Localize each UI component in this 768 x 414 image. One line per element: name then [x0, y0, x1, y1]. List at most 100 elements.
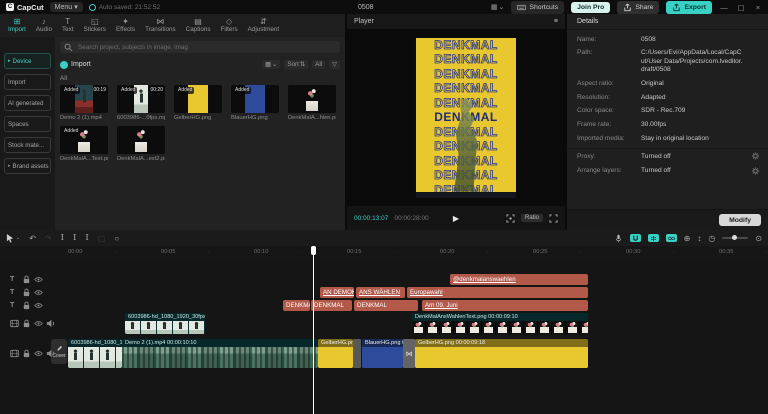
delete-left-icon[interactable]: I: [73, 233, 76, 243]
preview-axis-icon[interactable]: ⊕: [684, 234, 691, 243]
media-item[interactable]: AddedGelberHG.png: [174, 85, 222, 121]
zoom-slider-handle[interactable]: [732, 235, 737, 240]
tab-captions[interactable]: ▤Captions: [182, 16, 215, 34]
view-mode-button[interactable]: ▦ ⌄: [262, 60, 280, 69]
main-track-clip[interactable]: 6003986-hd_1080_1920_30fps.mp4: [68, 339, 122, 368]
eye-icon[interactable]: [34, 301, 43, 310]
sidebar-item-device[interactable]: ▸Device: [4, 53, 51, 69]
playhead-handle[interactable]: [311, 246, 316, 255]
tab-audio[interactable]: ♪Audio: [32, 16, 56, 34]
magnetic-toggle[interactable]: [630, 234, 641, 242]
lock-icon[interactable]: [22, 275, 31, 284]
window-maximize-button[interactable]: ▢: [736, 3, 746, 12]
tab-text[interactable]: TText: [58, 16, 78, 34]
sort-button[interactable]: Sort ⇅: [284, 60, 308, 69]
text-clip[interactable]: @denkmalanswaehlen: [450, 274, 588, 285]
ruler-dot: ·: [115, 249, 117, 255]
import-media-button[interactable]: Import: [60, 61, 91, 69]
undo-icon[interactable]: ↶: [29, 234, 36, 243]
overlay-clip[interactable]: 6003986-hd_1080_1920_30fps.mp4: [125, 313, 205, 334]
main-track-clip[interactable]: BlauerHG.png 00:00:0: [362, 339, 403, 368]
lock-icon[interactable]: [22, 301, 31, 310]
sidebar-item-stock-mate-[interactable]: Stock mate...: [4, 137, 51, 153]
fit-timeline-icon[interactable]: ⊙: [755, 234, 762, 243]
media-item[interactable]: AddedBlauerHG.png: [231, 85, 279, 121]
speaker-icon[interactable]: [46, 319, 55, 328]
text-clip[interactable]: AN DEMOKRA: [320, 287, 354, 298]
eye-icon[interactable]: [34, 275, 43, 284]
playhead[interactable]: [313, 246, 314, 414]
shortcuts-button[interactable]: Shortcuts: [511, 1, 564, 14]
media-item[interactable]: Added00:19Demo 2 (1).mp4: [60, 85, 108, 121]
delete-right-icon[interactable]: I: [85, 233, 88, 243]
voiceover-icon[interactable]: [614, 234, 623, 243]
timeline-ruler[interactable]: 00:00·00:05·00:10·00:15·00:20·00:25·00:3…: [0, 246, 768, 258]
film-icon[interactable]: [10, 349, 19, 358]
player-menu-icon[interactable]: ≡: [554, 18, 558, 25]
filter-all-button[interactable]: All: [312, 60, 325, 69]
tab-effects[interactable]: ✦Effects: [112, 16, 139, 34]
ratio-button[interactable]: Ratio: [521, 214, 543, 222]
media-item[interactable]: Added00:206003986-...0fps.mp4: [117, 85, 165, 121]
join-pro-button[interactable]: Join Pro: [571, 2, 610, 13]
play-button[interactable]: ▶: [453, 214, 459, 223]
text-clip[interactable]: ANS WÄHLEN: [356, 287, 405, 298]
tab-adjustment[interactable]: ⇵Adjustment: [244, 16, 284, 34]
film-icon[interactable]: [10, 319, 19, 328]
media-item[interactable]: DenkMalA...ext2.png: [117, 126, 165, 162]
speaker-icon[interactable]: [46, 349, 55, 358]
transition-marker[interactable]: [353, 339, 361, 368]
eye-icon[interactable]: [34, 288, 43, 297]
main-track-clip[interactable]: Demo 2 (1).mp4 00:00:10:10: [122, 339, 318, 368]
frame-preview-icon[interactable]: [506, 214, 515, 223]
lock-icon[interactable]: [22, 349, 31, 358]
window-minimize-button[interactable]: —: [719, 3, 729, 12]
poster-text-row: DENKMAL: [416, 82, 516, 95]
export-button[interactable]: Export: [666, 1, 712, 14]
split-icon[interactable]: I: [61, 233, 64, 243]
main-track-clip[interactable]: GelberHG.png: [318, 339, 353, 368]
tab-transitions[interactable]: ⋈Transitions: [141, 16, 180, 34]
tab-import[interactable]: ⊞Import: [4, 16, 30, 34]
sidebar-item-import[interactable]: Import: [4, 74, 51, 90]
tab-stickers[interactable]: ◱Stickers: [80, 16, 110, 34]
search-bar[interactable]: [60, 41, 340, 53]
fullscreen-icon[interactable]: [549, 214, 558, 223]
layout-switcher-button[interactable]: ▦ ⌄: [491, 3, 505, 11]
track-height-icon[interactable]: ↕: [697, 234, 701, 243]
linking-toggle[interactable]: [666, 234, 677, 242]
select-tool-icon[interactable]: ⌄: [6, 234, 20, 243]
text-clip[interactable]: DENKMAL: [283, 300, 310, 311]
media-item[interactable]: DenkMalA...hlen.png: [288, 85, 336, 121]
menu-button[interactable]: Menu▾: [50, 2, 83, 12]
total-timecode: 00:00:28:00: [394, 215, 428, 222]
sidebar-item-ai-generated[interactable]: AI generated: [4, 95, 51, 111]
filter-type-button[interactable]: ▽: [329, 60, 340, 69]
mask-icon[interactable]: ○: [114, 234, 119, 243]
text-clip[interactable]: DENKMAL: [311, 300, 352, 311]
eye-icon[interactable]: [34, 349, 43, 358]
snapping-toggle[interactable]: [648, 234, 659, 242]
lock-icon[interactable]: [22, 288, 31, 297]
timeline-zoom-slider[interactable]: [722, 237, 748, 239]
details-row: Resolution:Adapted: [567, 91, 768, 105]
gear-icon[interactable]: [751, 166, 760, 175]
modify-button[interactable]: Modify: [719, 214, 761, 226]
eye-icon[interactable]: [34, 319, 43, 328]
timer-icon[interactable]: ◷: [708, 234, 715, 243]
search-input[interactable]: [76, 43, 336, 52]
sidebar-item-spaces[interactable]: Spaces: [4, 116, 51, 132]
overlay-clip[interactable]: DenkMalAnsWahlenText.png 00:00:09:10: [412, 313, 588, 334]
share-button[interactable]: Share: [617, 1, 659, 14]
text-clip[interactable]: Europawahl: [407, 287, 588, 298]
text-clip[interactable]: Am 09. Juni: [422, 300, 588, 311]
gear-icon[interactable]: [751, 152, 760, 161]
text-clip[interactable]: DENKMAL: [354, 300, 418, 311]
lock-icon[interactable]: [22, 319, 31, 328]
sidebar-item-brand-assets[interactable]: ▸Brand assets: [4, 158, 51, 174]
main-track-clip[interactable]: GelberHG.png 00:00:09:18: [415, 339, 588, 368]
window-close-button[interactable]: ×: [753, 3, 763, 12]
transition-marker[interactable]: ⋈: [403, 339, 415, 368]
media-item[interactable]: AddedDenkMalA...Text.png: [60, 126, 108, 162]
tab-filters[interactable]: ◇Filters: [217, 16, 242, 34]
